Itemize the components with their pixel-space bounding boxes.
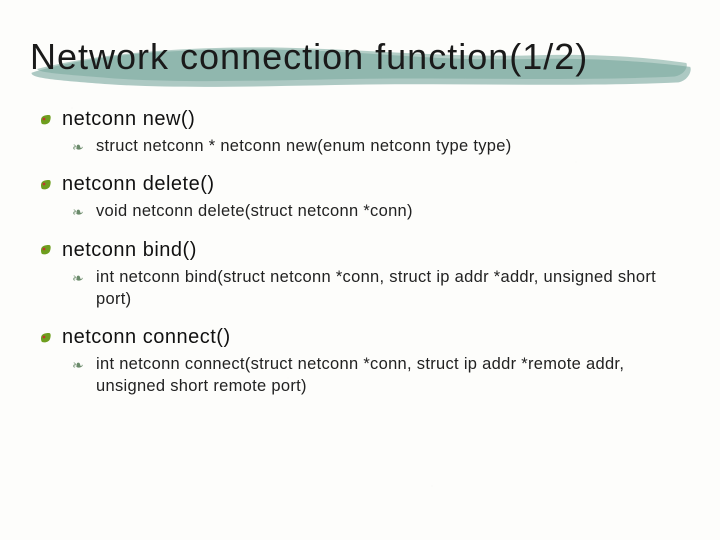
item-head-text: netconn new(): [62, 108, 195, 131]
item-sub: ❧ int netconn connect(struct netconn *co…: [40, 353, 692, 398]
item-sub: ❧ int netconn bind(struct netconn *conn,…: [40, 266, 692, 311]
curl-bullet-icon: ❧: [72, 138, 86, 157]
leaf-bullet-icon: [40, 179, 52, 191]
curl-bullet-icon: ❧: [72, 356, 86, 375]
slide-title: Network connection function(1/2): [28, 32, 692, 80]
list-item: netconn bind() ❧ int netconn bind(struct…: [40, 239, 692, 311]
item-head: netconn delete(): [40, 173, 692, 196]
title-area: Network connection function(1/2): [28, 32, 692, 80]
slide: Network connection function(1/2) netconn…: [0, 0, 720, 540]
leaf-bullet-icon: [40, 114, 52, 126]
item-sub-text: int netconn connect(struct netconn *conn…: [96, 353, 692, 398]
content-area: netconn new() ❧ struct netconn * netconn…: [28, 108, 692, 398]
item-head-text: netconn connect(): [62, 326, 231, 349]
item-sub-text: int netconn bind(struct netconn *conn, s…: [96, 266, 692, 311]
list-item: netconn new() ❧ struct netconn * netconn…: [40, 108, 692, 157]
item-sub: ❧ void netconn delete(struct netconn *co…: [40, 200, 692, 222]
item-head: netconn connect(): [40, 326, 692, 349]
curl-bullet-icon: ❧: [72, 203, 86, 222]
item-head: netconn new(): [40, 108, 692, 131]
item-head: netconn bind(): [40, 239, 692, 262]
leaf-bullet-icon: [40, 332, 52, 344]
curl-bullet-icon: ❧: [72, 269, 86, 288]
item-sub: ❧ struct netconn * netconn new(enum netc…: [40, 135, 692, 157]
item-sub-text: void netconn delete(struct netconn *conn…: [96, 200, 413, 222]
leaf-bullet-icon: [40, 244, 52, 256]
item-head-text: netconn delete(): [62, 173, 215, 196]
list-item: netconn connect() ❧ int netconn connect(…: [40, 326, 692, 398]
item-head-text: netconn bind(): [62, 239, 197, 262]
list-item: netconn delete() ❧ void netconn delete(s…: [40, 173, 692, 222]
item-sub-text: struct netconn * netconn new(enum netcon…: [96, 135, 512, 157]
